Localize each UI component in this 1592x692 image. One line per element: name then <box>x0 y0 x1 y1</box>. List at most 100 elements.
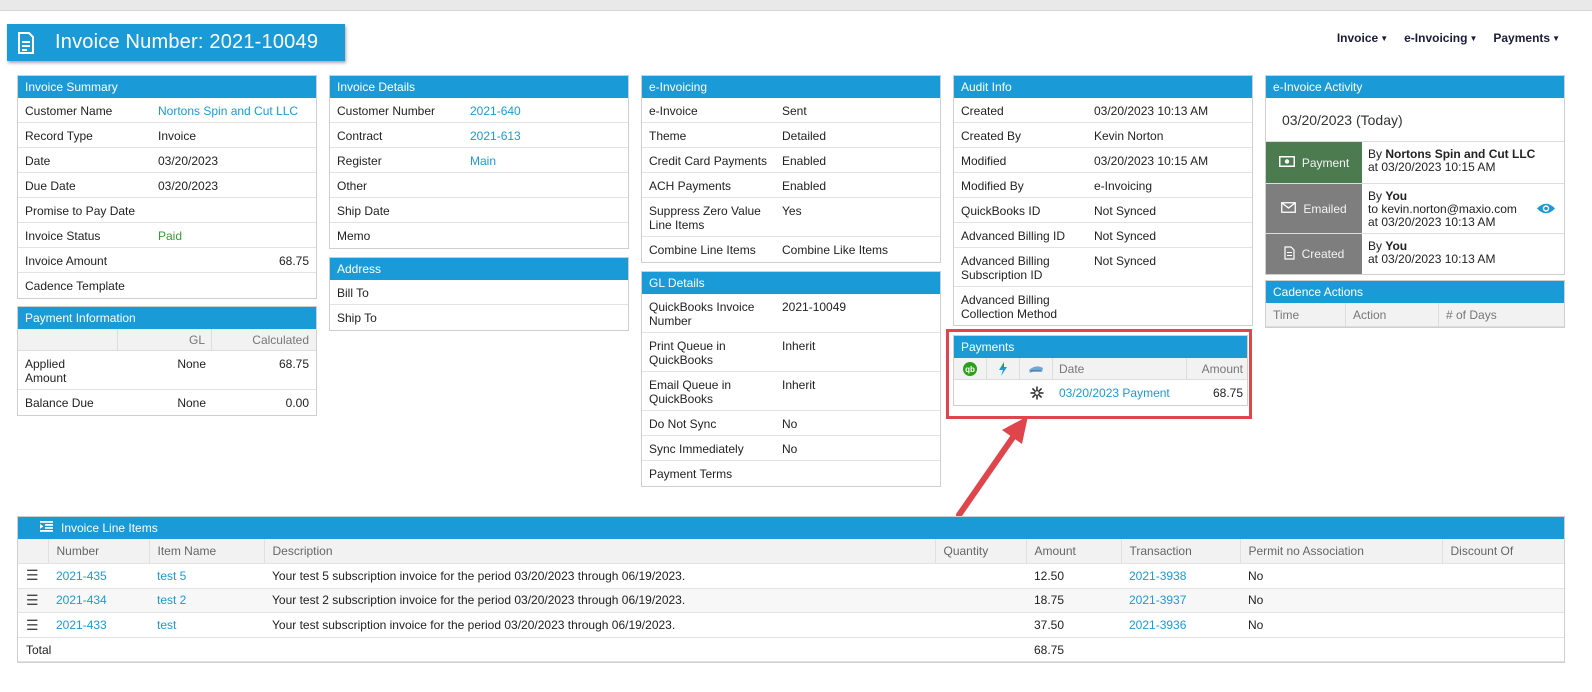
invoice-line-items-panel: Invoice Line Items Number Item Name Desc… <box>17 516 1565 664</box>
total-label: Total <box>18 637 1026 663</box>
row-value: Yes <box>782 204 802 218</box>
eye-icon[interactable] <box>1536 202 1556 218</box>
column-header-menu <box>18 539 49 565</box>
payment-info-row-applied: Applied Amount None 68.75 <box>18 351 316 390</box>
item-name-link[interactable]: test 2 <box>149 588 264 614</box>
contract-link[interactable]: 2021-613 <box>470 129 521 143</box>
row-label: Record Type <box>25 129 93 143</box>
column-header-item-name[interactable]: Item Name <box>149 539 265 565</box>
activity-badge-emailed: Emailed <box>1266 184 1362 233</box>
audit-row: Created 03/20/2023 10:13 AM <box>954 98 1252 123</box>
item-name-link[interactable]: test 5 <box>149 563 264 589</box>
panel-title: Invoice Line Items <box>61 521 158 535</box>
row-value: No <box>782 417 798 431</box>
item-name-link[interactable]: test <box>149 612 264 638</box>
nav-label: e-Invoicing <box>1404 31 1468 45</box>
row-label: Payment Terms <box>649 467 733 481</box>
row-label: Cadence Template <box>25 279 125 293</box>
customer-name-link[interactable]: Nortons Spin and Cut LLC <box>158 104 298 118</box>
line-amount: 12.50 <box>1026 563 1121 589</box>
row-label: Promise to Pay Date <box>25 204 136 218</box>
line-quantity <box>935 612 1026 638</box>
row-label: Advanced Billing Subscription ID <box>961 254 1050 282</box>
einvoicing-row: e-Invoice Sent <box>642 98 940 123</box>
line-discount <box>1442 612 1564 638</box>
register-link[interactable]: Main <box>470 154 496 168</box>
row-label: Invoice Status <box>25 229 101 243</box>
badge-label: Emailed <box>1303 201 1347 216</box>
hamburger-icon[interactable]: ☰ <box>18 588 48 614</box>
panel-header: Cadence Actions <box>1266 281 1564 303</box>
row-label: Applied Amount <box>25 357 67 385</box>
nav-einvoicing-menu[interactable]: e-Invoicing ▼ <box>1404 31 1477 45</box>
transaction-link[interactable]: 2021-3937 <box>1121 588 1240 614</box>
panel-header: Audit Info <box>954 76 1252 98</box>
activity-text: By Nortons Spin and Cut LLC at 03/20/202… <box>1362 142 1564 183</box>
activity-actor: You <box>1385 239 1408 253</box>
column-header-number[interactable]: Number <box>48 539 150 565</box>
nav-payments-menu[interactable]: Payments ▼ <box>1493 31 1560 45</box>
customer-number-link[interactable]: 2021-640 <box>470 104 521 118</box>
line-number-link[interactable]: 2021-434 <box>48 588 149 614</box>
caret-down-icon: ▼ <box>1380 34 1389 43</box>
row-label: Register <box>337 154 382 168</box>
summary-row-date: Date 03/20/2023 <box>18 148 316 173</box>
transaction-link[interactable]: 2021-3938 <box>1121 563 1240 589</box>
by-prefix: By <box>1368 189 1383 203</box>
activity-badge-created: Created <box>1266 234 1362 274</box>
column-header-gl: GL <box>118 329 212 350</box>
row-value: Invoice <box>158 129 197 143</box>
row-value: Sent <box>782 104 807 118</box>
activity-text: By You at 03/20/2023 10:13 AM <box>1362 234 1564 274</box>
annotation-arrow <box>956 416 1028 518</box>
page-title-banner: Invoice Number: 2021-10049 <box>7 24 345 61</box>
payment-information-panel: Payment Information GL Calculated Applie… <box>17 306 317 416</box>
summary-row-due-date: Due Date 03/20/2023 <box>18 173 316 198</box>
gl-row: Sync Immediately No <box>642 436 940 461</box>
column-header-description[interactable]: Description <box>264 539 936 565</box>
einvoicing-row: Credit Card Payments Enabled <box>642 148 940 173</box>
activity-actor: You <box>1385 189 1408 203</box>
summary-row-customer-name: Customer Name Nortons Spin and Cut LLC <box>18 98 316 123</box>
details-row-other: Other <box>330 173 628 198</box>
gl-row: Payment Terms <box>642 461 940 486</box>
row-label: ACH Payments <box>649 179 732 193</box>
summary-row-promise-to-pay: Promise to Pay Date <box>18 198 316 223</box>
row-label: Ship Date <box>337 204 390 218</box>
hamburger-icon[interactable]: ☰ <box>18 612 48 638</box>
summary-row-record-type: Record Type Invoice <box>18 123 316 148</box>
row-value: 03/20/2023 <box>158 154 219 168</box>
row-label: Due Date <box>25 179 76 193</box>
row-value: None <box>177 396 206 410</box>
line-discount <box>1442 588 1564 614</box>
row-value: None <box>177 357 206 371</box>
top-nav: Invoice ▼ e-Invoicing ▼ Payments ▼ <box>1337 31 1560 45</box>
column-header-amount[interactable]: Amount <box>1026 539 1122 565</box>
hamburger-icon[interactable]: ☰ <box>18 563 48 589</box>
line-number-link[interactable]: 2021-433 <box>48 612 149 638</box>
row-label: Theme <box>649 129 687 143</box>
row-value: Detailed <box>782 129 827 143</box>
column-header-permit[interactable]: Permit no Association <box>1240 539 1443 565</box>
cadence-column-header: Time Action # of Days <box>1266 303 1564 327</box>
column-header-transaction[interactable]: Transaction <box>1121 539 1241 565</box>
panel-header: Invoice Details <box>330 76 628 98</box>
row-value: Kevin Norton <box>1094 129 1164 143</box>
audit-row: Created By Kevin Norton <box>954 123 1252 148</box>
gl-row: Print Queue in QuickBooks Inherit <box>642 333 940 372</box>
column-header-quantity[interactable]: Quantity <box>935 539 1027 565</box>
nav-invoice-menu[interactable]: Invoice ▼ <box>1337 31 1388 45</box>
cash-icon <box>1278 155 1295 170</box>
row-value: Inherit <box>782 378 816 392</box>
row-label: Balance Due <box>25 396 94 410</box>
transaction-link[interactable]: 2021-3936 <box>1121 612 1240 638</box>
row-label: Contract <box>337 129 383 143</box>
row-label: Combine Line Items <box>649 243 756 257</box>
line-description: Your test 5 subscription invoice for the… <box>264 563 935 589</box>
row-value: e-Invoicing <box>1094 179 1153 193</box>
row-value: Enabled <box>782 154 827 168</box>
activity-time: at 03/20/2023 10:13 AM <box>1368 252 1496 266</box>
summary-row-invoice-status: Invoice Status Paid <box>18 223 316 248</box>
line-number-link[interactable]: 2021-435 <box>48 563 149 589</box>
column-header-discount[interactable]: Discount Of <box>1442 539 1564 565</box>
